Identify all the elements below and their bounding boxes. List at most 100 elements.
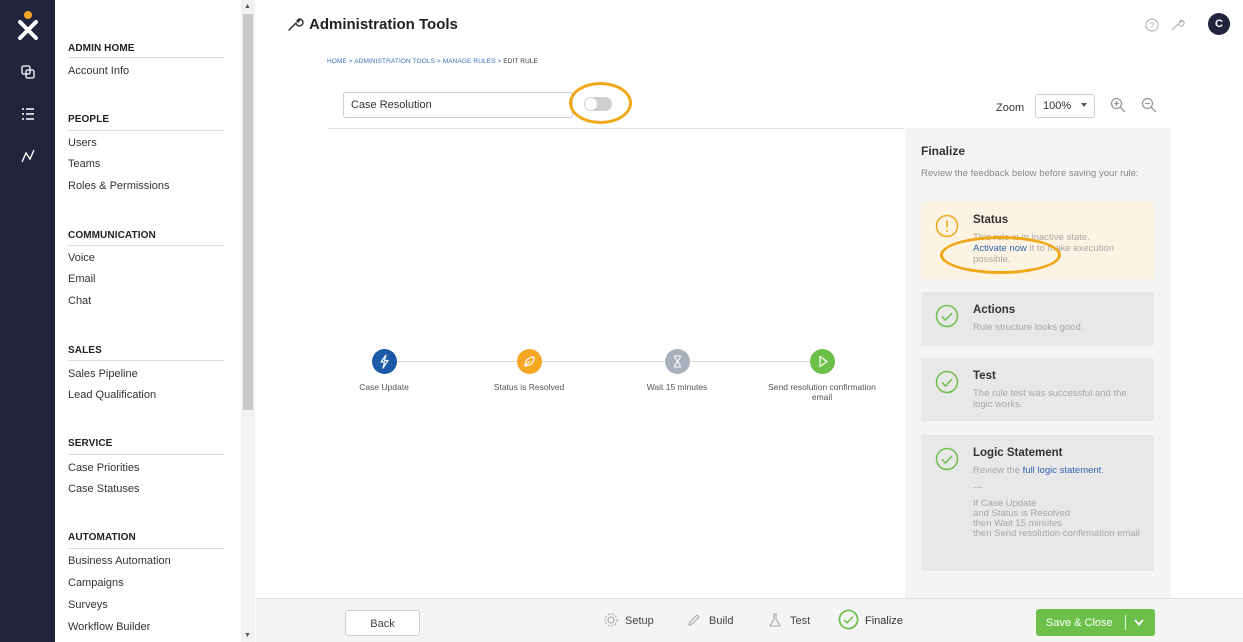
section-heading-service: SERVICE	[68, 438, 113, 449]
step-finalize[interactable]: Finalize	[865, 615, 903, 627]
user-avatar[interactable]: C	[1208, 13, 1230, 35]
sidebar-item-business-automation[interactable]: Business Automation	[68, 555, 171, 567]
scroll-up-arrow-icon[interactable]: ▲	[244, 3, 251, 10]
logic-title: Logic Statement	[973, 447, 1063, 459]
highlight-ring-toggle	[569, 82, 632, 124]
breadcrumb-admin-tools[interactable]: ADMINISTRATION TOOLS	[354, 58, 435, 65]
status-title: Status	[973, 214, 1009, 226]
step-build[interactable]: Build	[709, 615, 733, 627]
highlight-ring-activate	[940, 236, 1061, 274]
sidebar-item-sales-pipeline[interactable]: Sales Pipeline	[68, 368, 138, 380]
svg-text:?: ?	[1150, 21, 1155, 30]
page-title: Administration Tools	[309, 16, 458, 33]
save-close-label: Save & Close	[1046, 617, 1113, 629]
sidebar-item-case-priorities[interactable]: Case Priorities	[68, 462, 140, 474]
breadcrumb-current: EDIT RULE	[503, 58, 539, 65]
hourglass-icon	[674, 355, 681, 368]
app-rail	[0, 0, 55, 642]
play-icon	[819, 355, 828, 368]
flow-node-action[interactable]	[810, 349, 835, 374]
flow-node-label: Status is Resolved	[493, 382, 565, 392]
pencil-icon	[688, 614, 700, 626]
finalize-panel: Finalize Review the feedback below befor…	[905, 128, 1171, 598]
check-circle-icon	[935, 304, 959, 328]
logic-text-before: Review the	[973, 465, 1023, 476]
section-divider	[68, 360, 224, 361]
sidebar-item-campaigns[interactable]: Campaigns	[68, 577, 124, 589]
section-divider	[68, 57, 224, 58]
logic-statement-lines: If Case Update and Status is Resolved th…	[973, 499, 1143, 539]
sidebar-item-chat[interactable]: Chat	[68, 295, 91, 307]
copy-icon[interactable]	[20, 64, 36, 80]
scrollbar-thumb[interactable]	[243, 14, 253, 410]
full-logic-statement-link[interactable]: full logic statement	[1023, 465, 1102, 476]
actions-title: Actions	[973, 304, 1016, 316]
wrench-settings-icon[interactable]	[1170, 17, 1185, 32]
sidebar-item-case-statuses[interactable]: Case Statuses	[68, 483, 140, 495]
button-divider	[1125, 615, 1126, 630]
check-circle-icon	[935, 447, 959, 471]
section-heading-automation: AUTOMATION	[68, 532, 136, 543]
section-divider	[68, 548, 224, 549]
actions-text: Rule structure looks good.	[973, 322, 1084, 333]
section-heading-people: PEOPLE	[68, 114, 110, 125]
sidebar-item-account-info[interactable]: Account Info	[68, 65, 129, 77]
sidebar-item-roles-permissions[interactable]: Roles & Permissions	[68, 180, 169, 192]
back-button[interactable]: Back	[345, 610, 420, 636]
sidebar-scrollbar[interactable]: ▲ ▼	[241, 0, 255, 642]
zoom-out-icon[interactable]	[1140, 96, 1158, 114]
step-setup[interactable]: Setup	[625, 615, 654, 627]
breadcrumb-separator: >	[435, 58, 443, 65]
breadcrumb: HOME > ADMINISTRATION TOOLS > MANAGE RUL…	[327, 58, 538, 65]
zoom-label: Zoom	[996, 102, 1025, 114]
scroll-down-arrow-icon[interactable]: ▼	[244, 632, 251, 639]
actions-card: Actions Rule structure looks good.	[921, 292, 1154, 346]
list-icon[interactable]	[20, 106, 36, 122]
rule-name-input[interactable]: Case Resolution	[343, 92, 573, 118]
finalize-subtitle: Review the feedback below before saving …	[921, 168, 1139, 179]
flow-node-label: Case Update	[359, 382, 409, 392]
gear-icon	[604, 613, 618, 627]
warning-icon	[935, 214, 959, 238]
zoom-value: 100%	[1043, 100, 1072, 112]
logic-divider: ---	[973, 482, 983, 493]
sidebar-item-teams[interactable]: Teams	[68, 158, 100, 170]
save-and-close-button[interactable]: Save & Close	[1036, 609, 1155, 636]
section-divider	[68, 130, 224, 131]
test-card: Test The rule test was successful and th…	[921, 358, 1154, 421]
sidebar-item-lead-qualification[interactable]: Lead Qualification	[68, 389, 156, 401]
sidebar-item-voice[interactable]: Voice	[68, 252, 95, 264]
logic-text: Review the full logic statement. --- If …	[973, 465, 1143, 539]
sidebar-item-email[interactable]: Email	[68, 273, 96, 285]
flow-node-label: Send resolution confirmation email	[768, 382, 876, 402]
test-title: Test	[973, 370, 996, 382]
check-circle-icon	[838, 609, 859, 630]
flow-node-wait[interactable]	[665, 349, 690, 374]
breadcrumb-manage-rules[interactable]: MANAGE RULES	[443, 58, 496, 65]
wizard-footer: Back Setup Build Test Finalize Save & Cl…	[256, 598, 1243, 642]
chevron-down-icon[interactable]	[1133, 616, 1145, 628]
section-heading-sales: SALES	[68, 345, 102, 356]
step-test[interactable]: Test	[790, 615, 810, 627]
finalize-heading: Finalize	[921, 144, 966, 158]
section-heading-admin-home: ADMIN HOME	[68, 43, 135, 54]
test-text: The rule test was successful and the log…	[973, 388, 1127, 410]
sidebar-item-surveys[interactable]: Surveys	[68, 599, 108, 611]
help-icon[interactable]: ?	[1145, 18, 1159, 32]
flow-connector	[397, 361, 827, 362]
lightning-icon	[380, 354, 389, 369]
chevron-down-icon	[1081, 103, 1087, 107]
zoom-in-icon[interactable]	[1109, 96, 1127, 114]
breadcrumb-home[interactable]: HOME	[327, 58, 347, 65]
flow-node-trigger[interactable]	[372, 349, 397, 374]
sidebar-item-workflow-builder[interactable]: Workflow Builder	[68, 621, 150, 633]
wrench-icon	[288, 18, 304, 31]
zoom-select[interactable]: 100%	[1035, 94, 1095, 118]
flow-node-condition[interactable]	[517, 349, 542, 374]
check-circle-icon	[935, 370, 959, 394]
sidebar-item-users[interactable]: Users	[68, 137, 97, 149]
flask-icon	[769, 613, 781, 627]
leaf-icon	[524, 356, 535, 367]
nextiva-logo-icon[interactable]	[17, 10, 39, 40]
analytics-icon[interactable]	[20, 148, 36, 164]
